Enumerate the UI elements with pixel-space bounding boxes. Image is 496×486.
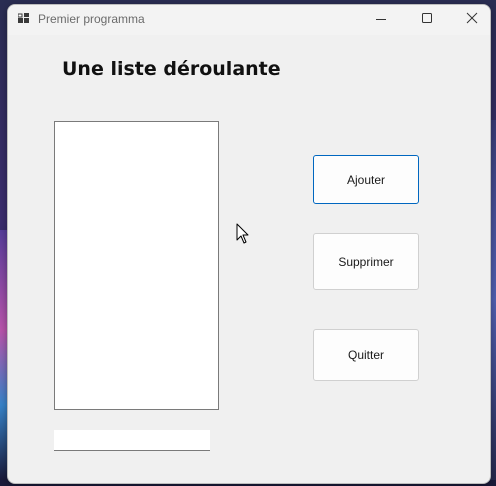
delete-button[interactable]: Supprimer [313, 233, 419, 290]
app-icon [18, 13, 29, 23]
close-button[interactable] [448, 5, 490, 35]
close-icon [466, 12, 478, 24]
quit-button[interactable]: Quitter [313, 329, 419, 381]
minimize-button[interactable] [358, 5, 404, 35]
minimize-icon [376, 19, 386, 20]
page-title: Une liste déroulante [62, 58, 281, 80]
maximize-icon [422, 13, 432, 23]
window-title: Premier programma [38, 12, 145, 26]
maximize-button[interactable] [404, 5, 450, 35]
text-input[interactable] [54, 430, 210, 451]
app-window: Premier programma Une liste déroulante A… [7, 4, 491, 484]
mouse-cursor-icon [236, 223, 249, 244]
title-bar[interactable]: Premier programma [8, 5, 490, 35]
add-button[interactable]: Ajouter [313, 155, 419, 204]
listbox[interactable] [54, 121, 219, 410]
